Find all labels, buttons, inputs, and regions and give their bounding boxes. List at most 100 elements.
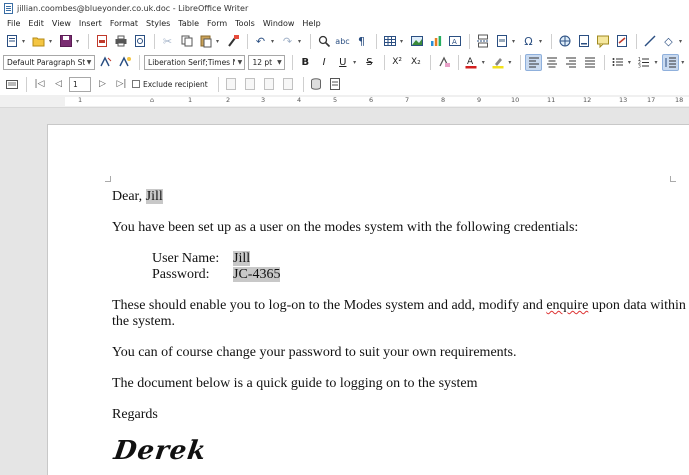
special-character-icon[interactable]: Ω bbox=[520, 33, 537, 50]
insert-comment-icon[interactable] bbox=[594, 33, 611, 50]
paragraph-style-select[interactable]: Default Paragraph Style ▼ bbox=[3, 54, 95, 70]
misspelled-word[interactable]: enquire bbox=[546, 298, 588, 313]
indent-marker-icon[interactable]: ⌂ bbox=[150, 96, 154, 104]
chevron-down-icon[interactable]: ▾ bbox=[216, 38, 222, 45]
new-style-icon[interactable] bbox=[116, 54, 133, 71]
align-center-icon[interactable] bbox=[544, 54, 561, 71]
document-page[interactable]: Dear, Jill You have been set up as a use… bbox=[47, 124, 689, 475]
previous-record-icon[interactable]: ◁ bbox=[50, 76, 67, 93]
font-size-select[interactable]: 12 pt ▼ bbox=[248, 54, 285, 70]
ordered-list-icon[interactable]: 123 bbox=[636, 54, 653, 71]
chevron-down-icon[interactable]: ▾ bbox=[655, 59, 661, 66]
align-right-icon[interactable] bbox=[563, 54, 580, 71]
chevron-down-icon[interactable]: ▾ bbox=[49, 38, 55, 45]
insert-line-icon[interactable] bbox=[641, 33, 658, 50]
insert-chart-icon[interactable] bbox=[427, 33, 444, 50]
menu-tools[interactable]: Tools bbox=[231, 19, 259, 28]
password-field[interactable]: JC-4365 bbox=[233, 267, 281, 283]
insert-field-icon[interactable] bbox=[493, 33, 510, 50]
menu-insert[interactable]: Insert bbox=[75, 19, 106, 28]
menu-edit[interactable]: Edit bbox=[24, 19, 48, 28]
track-changes-icon[interactable] bbox=[613, 33, 630, 50]
menu-view[interactable]: View bbox=[48, 19, 75, 28]
insert-textbox-icon[interactable]: A bbox=[446, 33, 463, 50]
chevron-down-icon[interactable]: ▾ bbox=[539, 38, 545, 45]
insert-table-icon[interactable] bbox=[381, 33, 398, 50]
first-record-icon[interactable]: |◁ bbox=[31, 76, 48, 93]
update-style-icon[interactable] bbox=[98, 54, 115, 71]
edit-document-icon[interactable] bbox=[223, 76, 240, 93]
chevron-down-icon[interactable]: ▾ bbox=[628, 59, 634, 66]
subscript-icon[interactable]: X₂ bbox=[408, 54, 425, 71]
chevron-down-icon[interactable]: ▾ bbox=[400, 38, 406, 45]
menu-window[interactable]: Window bbox=[259, 19, 299, 28]
chevron-down-icon[interactable]: ▾ bbox=[681, 59, 687, 66]
save-icon[interactable] bbox=[57, 33, 74, 50]
redo-icon[interactable]: ↷ bbox=[279, 33, 296, 50]
data-source-icon[interactable] bbox=[308, 76, 325, 93]
menu-form[interactable]: Form bbox=[203, 19, 231, 28]
chevron-down-icon[interactable]: ▾ bbox=[76, 38, 82, 45]
font-color-icon[interactable]: A bbox=[463, 54, 480, 71]
unordered-list-icon[interactable] bbox=[609, 54, 626, 71]
cut-icon[interactable]: ✂ bbox=[159, 33, 176, 50]
record-number-input[interactable]: 1 bbox=[69, 76, 91, 92]
insert-image-icon[interactable] bbox=[408, 33, 425, 50]
menu-format[interactable]: Format bbox=[106, 19, 142, 28]
send-email-icon[interactable] bbox=[280, 76, 297, 93]
save-merged-icon[interactable] bbox=[242, 76, 259, 93]
footnote-icon[interactable] bbox=[575, 33, 592, 50]
menu-styles[interactable]: Styles bbox=[142, 19, 174, 28]
ruler-number: 1 bbox=[188, 96, 193, 104]
formatting-marks-icon[interactable]: ¶ bbox=[353, 33, 370, 50]
menu-help[interactable]: Help bbox=[298, 19, 324, 28]
username-label: User Name: bbox=[152, 251, 220, 266]
clear-formatting-icon[interactable] bbox=[435, 54, 452, 71]
underline-icon[interactable]: U bbox=[334, 54, 351, 71]
insert-page-break-icon[interactable] bbox=[474, 33, 491, 50]
ruler-number: 8 bbox=[441, 96, 446, 104]
paste-icon[interactable] bbox=[197, 33, 214, 50]
chevron-down-icon[interactable]: ▾ bbox=[679, 38, 685, 45]
last-record-icon[interactable]: ▷| bbox=[113, 76, 130, 93]
open-folder-icon[interactable] bbox=[30, 33, 47, 50]
menu-table[interactable]: Table bbox=[174, 19, 203, 28]
find-replace-icon[interactable] bbox=[315, 33, 332, 50]
italic-icon[interactable]: I bbox=[316, 54, 333, 71]
new-document-icon[interactable] bbox=[3, 33, 20, 50]
mail-merge-icon[interactable] bbox=[3, 76, 20, 93]
chevron-down-icon[interactable]: ▾ bbox=[22, 38, 28, 45]
exclude-recipient-checkbox[interactable] bbox=[132, 80, 140, 88]
bold-icon[interactable]: B bbox=[297, 54, 314, 71]
print-merged-icon[interactable] bbox=[261, 76, 278, 93]
chevron-down-icon[interactable]: ▾ bbox=[271, 38, 277, 45]
next-record-icon[interactable]: ▷ bbox=[94, 76, 111, 93]
export-pdf-icon[interactable] bbox=[93, 33, 110, 50]
hyperlink-icon[interactable] bbox=[556, 33, 573, 50]
copy-icon[interactable] bbox=[178, 33, 195, 50]
chevron-down-icon[interactable]: ▾ bbox=[482, 59, 488, 66]
chevron-down-icon[interactable]: ▾ bbox=[512, 38, 518, 45]
menu-bar: File Edit View Insert Format Styles Tabl… bbox=[0, 16, 689, 30]
recipient-name-field[interactable]: Jill bbox=[145, 189, 163, 204]
justify-icon[interactable] bbox=[581, 54, 598, 71]
spelling-icon[interactable]: abc bbox=[334, 33, 351, 50]
chevron-down-icon[interactable]: ▾ bbox=[508, 59, 514, 66]
basic-shapes-icon[interactable]: ◇ bbox=[660, 33, 677, 50]
chevron-down-icon[interactable]: ▾ bbox=[298, 38, 304, 45]
highlighting-color-icon[interactable] bbox=[490, 54, 507, 71]
print-icon[interactable] bbox=[112, 33, 129, 50]
line-spacing-icon[interactable] bbox=[662, 53, 680, 71]
chevron-down-icon[interactable]: ▾ bbox=[353, 59, 359, 66]
horizontal-ruler[interactable]: 1 ⌂ 1 2 3 4 5 6 7 8 9 10 11 12 13 17 18 bbox=[0, 95, 689, 108]
clone-formatting-icon[interactable] bbox=[224, 33, 241, 50]
menu-file[interactable]: File bbox=[3, 19, 24, 28]
print-preview-icon[interactable] bbox=[131, 33, 148, 50]
font-name-select[interactable]: Liberation Serif;Times New Rom▼ bbox=[144, 54, 246, 70]
undo-icon[interactable]: ↶ bbox=[252, 33, 269, 50]
align-left-icon[interactable] bbox=[525, 53, 542, 71]
username-field[interactable]: Jill bbox=[233, 251, 251, 267]
strikethrough-icon[interactable]: S bbox=[361, 54, 378, 71]
superscript-icon[interactable]: X² bbox=[389, 54, 406, 71]
mail-merge-wizard-icon[interactable] bbox=[327, 76, 344, 93]
